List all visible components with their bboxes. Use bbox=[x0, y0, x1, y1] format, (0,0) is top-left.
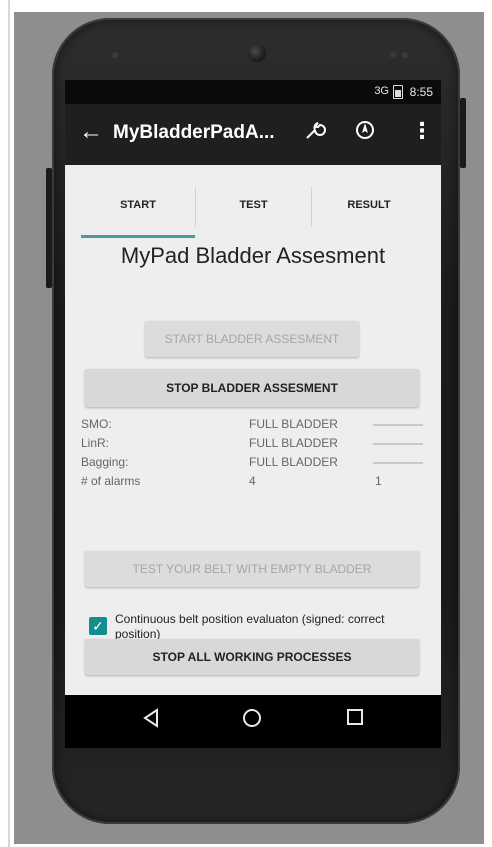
signal-icon: 3G bbox=[374, 85, 389, 97]
row-extra-alarms: 1 bbox=[375, 474, 382, 488]
navigation-icon[interactable] bbox=[353, 118, 377, 148]
app-title: MyBladderPadA... bbox=[113, 122, 275, 143]
app-content: START TEST RESULT MyPad Bladder Assesmen… bbox=[65, 165, 441, 695]
system-nav-bar bbox=[65, 695, 441, 748]
status-bar: 3G 8:55 bbox=[65, 80, 441, 104]
proximity-sensor bbox=[112, 52, 118, 58]
row-indicator-smo bbox=[373, 424, 423, 426]
tab-selected-indicator bbox=[81, 235, 195, 238]
row-label-bagging: Bagging: bbox=[81, 455, 129, 469]
row-value-linr: FULL BLADDER bbox=[249, 436, 338, 450]
nav-recents-icon[interactable] bbox=[345, 707, 365, 733]
light-sensor-2 bbox=[402, 52, 408, 58]
tab-result[interactable]: RESULT bbox=[312, 199, 426, 211]
front-camera bbox=[248, 44, 266, 62]
side-button-right bbox=[460, 98, 466, 168]
start-assessment-button[interactable]: START BLADDER ASSESMENT bbox=[145, 321, 359, 357]
back-arrow-icon[interactable]: ← bbox=[79, 118, 103, 146]
nav-home-icon[interactable] bbox=[241, 707, 263, 735]
row-value-smo: FULL BLADDER bbox=[249, 417, 338, 431]
action-bar: ← MyBladderPadA... ⋮ bbox=[65, 104, 441, 165]
wrench-icon[interactable] bbox=[303, 118, 327, 148]
row-value-alarms: 4 bbox=[249, 474, 256, 488]
nav-back-icon[interactable] bbox=[141, 707, 161, 735]
left-border bbox=[8, 0, 10, 847]
battery-icon bbox=[393, 85, 403, 99]
test-belt-button[interactable]: TEST YOUR BELT WITH EMPTY BLADDER bbox=[85, 551, 419, 587]
overflow-menu-icon[interactable]: ⋮ bbox=[411, 118, 433, 144]
continuous-evaluation-checkbox[interactable]: ✓ bbox=[89, 617, 107, 635]
row-label-linr: LinR: bbox=[81, 436, 110, 450]
phone-screen: 3G 8:55 ← MyBladderPadA... ⋮ START TEST … bbox=[65, 80, 441, 748]
row-label-smo: SMO: bbox=[81, 417, 112, 431]
tab-bar: START TEST RESULT bbox=[65, 165, 441, 238]
tab-start[interactable]: START bbox=[81, 199, 195, 211]
side-button-left bbox=[46, 168, 52, 288]
tab-test[interactable]: TEST bbox=[196, 199, 311, 211]
row-label-alarms: # of alarms bbox=[81, 474, 141, 488]
light-sensor-1 bbox=[390, 52, 396, 58]
page-title: MyPad Bladder Assesment bbox=[120, 243, 386, 268]
continuous-evaluation-label: Continuous belt position evaluaton (sign… bbox=[115, 612, 385, 641]
row-indicator-linr bbox=[373, 443, 423, 445]
stop-all-processes-button[interactable]: STOP ALL WORKING PROCESSES bbox=[85, 639, 419, 675]
stop-assessment-button[interactable]: STOP BLADDER ASSESMENT bbox=[85, 369, 419, 407]
status-time: 8:55 bbox=[409, 85, 433, 99]
row-indicator-bagging bbox=[373, 462, 423, 464]
row-value-bagging: FULL BLADDER bbox=[249, 455, 338, 469]
